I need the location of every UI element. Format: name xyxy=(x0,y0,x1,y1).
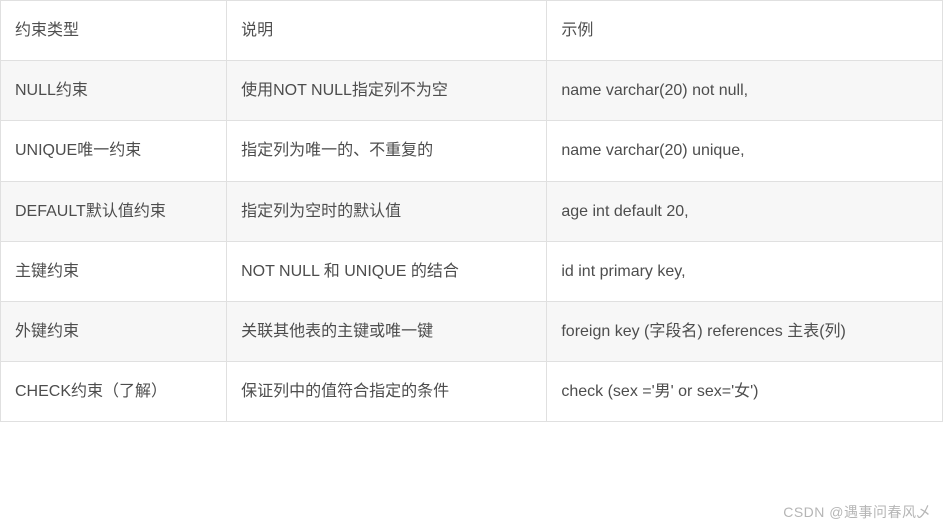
cell-type: 外键约束 xyxy=(1,301,227,361)
header-type: 约束类型 xyxy=(1,1,227,61)
table-header-row: 约束类型 说明 示例 xyxy=(1,1,943,61)
header-example: 示例 xyxy=(547,1,943,61)
table-row: UNIQUE唯一约束 指定列为唯一的、不重复的 name varchar(20)… xyxy=(1,121,943,181)
cell-desc: 指定列为唯一的、不重复的 xyxy=(227,121,547,181)
table-row: CHECK约束（了解） 保证列中的值符合指定的条件 check (sex ='男… xyxy=(1,362,943,422)
constraints-table: 约束类型 说明 示例 NULL约束 使用NOT NULL指定列不为空 name … xyxy=(0,0,943,422)
cell-desc: NOT NULL 和 UNIQUE 的结合 xyxy=(227,241,547,301)
cell-example: foreign key (字段名) references 主表(列) xyxy=(547,301,943,361)
cell-desc: 指定列为空时的默认值 xyxy=(227,181,547,241)
cell-type: NULL约束 xyxy=(1,61,227,121)
cell-example: name varchar(20) not null, xyxy=(547,61,943,121)
cell-desc: 关联其他表的主键或唯一键 xyxy=(227,301,547,361)
cell-desc: 保证列中的值符合指定的条件 xyxy=(227,362,547,422)
cell-example: age int default 20, xyxy=(547,181,943,241)
cell-example: name varchar(20) unique, xyxy=(547,121,943,181)
cell-type: CHECK约束（了解） xyxy=(1,362,227,422)
cell-example: check (sex ='男' or sex='女') xyxy=(547,362,943,422)
cell-desc: 使用NOT NULL指定列不为空 xyxy=(227,61,547,121)
cell-type: DEFAULT默认值约束 xyxy=(1,181,227,241)
table-row: DEFAULT默认值约束 指定列为空时的默认值 age int default … xyxy=(1,181,943,241)
cell-type: 主键约束 xyxy=(1,241,227,301)
table-row: NULL约束 使用NOT NULL指定列不为空 name varchar(20)… xyxy=(1,61,943,121)
cell-example: id int primary key, xyxy=(547,241,943,301)
cell-type: UNIQUE唯一约束 xyxy=(1,121,227,181)
header-desc: 说明 xyxy=(227,1,547,61)
watermark-text: CSDN @遇事问春风乄 xyxy=(783,502,931,522)
table-row: 主键约束 NOT NULL 和 UNIQUE 的结合 id int primar… xyxy=(1,241,943,301)
table-row: 外键约束 关联其他表的主键或唯一键 foreign key (字段名) refe… xyxy=(1,301,943,361)
